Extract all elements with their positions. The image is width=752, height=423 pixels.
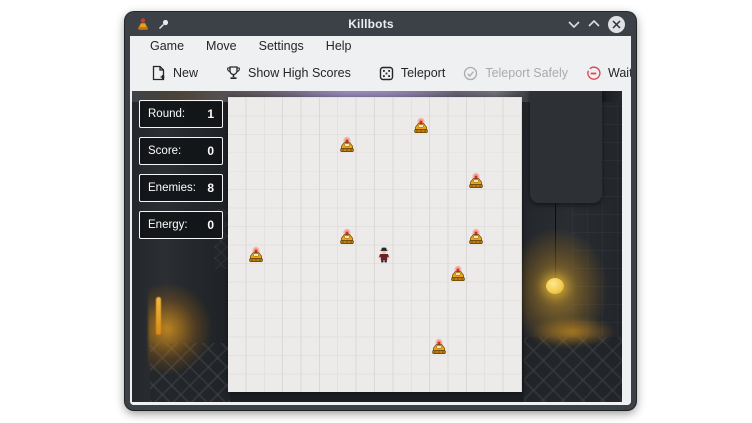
teleport-safely-button: Teleport Safely [454, 61, 577, 86]
enemies-stat: Enemies: 8 [139, 174, 223, 202]
maximize-button[interactable] [584, 15, 604, 33]
menubar: Game Move Settings Help [130, 36, 631, 57]
status-panel: Round: 1 Score: 0 Enemies: 8 Energy: 0 [139, 100, 223, 239]
minimize-button[interactable] [564, 15, 584, 33]
teleport-button[interactable]: Teleport [370, 61, 454, 86]
window-title: Killbots [178, 17, 564, 31]
titlebar[interactable]: Killbots [130, 12, 631, 36]
new-game-button[interactable]: New [142, 60, 207, 86]
show-high-scores-label: Show High Scores [248, 66, 351, 80]
score-value: 0 [207, 144, 214, 158]
new-game-label: New [173, 66, 198, 80]
enemies-label: Enemies: [148, 182, 196, 194]
round-value: 1 [207, 107, 214, 121]
energy-stat: Energy: 0 [139, 211, 223, 239]
menu-move[interactable]: Move [196, 37, 247, 55]
menu-help[interactable]: Help [316, 37, 362, 55]
killbots-window: Killbots Game Move Settings Help [125, 12, 636, 410]
enemies-value: 8 [207, 181, 214, 195]
robot-enemy [467, 172, 485, 190]
energy-label: Energy: [148, 219, 188, 231]
round-label: Round: [148, 108, 185, 120]
robot-enemy [247, 246, 265, 264]
menu-game[interactable]: Game [140, 37, 194, 55]
toolbar: New Show High Scores [130, 57, 631, 90]
teleport-label: Teleport [401, 66, 445, 80]
wait-out-round-label: Wait Out Round [608, 66, 631, 80]
energy-value: 0 [207, 218, 214, 232]
backdrop-ceiling-panel [530, 91, 602, 203]
game-viewport: Round: 1 Score: 0 Enemies: 8 Energy: 0 [130, 90, 631, 405]
pin-icon[interactable] [158, 18, 170, 30]
wait-out-round-button[interactable]: Wait Out Round [577, 61, 631, 86]
killbots-app-icon [136, 17, 150, 31]
game-board[interactable] [228, 97, 522, 392]
game-scene: Round: 1 Score: 0 Enemies: 8 Energy: 0 [132, 91, 622, 402]
menu-settings[interactable]: Settings [249, 37, 314, 55]
robot-enemy [338, 228, 356, 246]
player-hero [377, 247, 391, 263]
robot-enemy [338, 136, 356, 154]
teleport-safely-label: Teleport Safely [485, 66, 568, 80]
chevron-up-icon [588, 20, 600, 28]
robot-enemy [467, 228, 485, 246]
close-icon [612, 20, 621, 29]
trophy-icon [226, 65, 241, 81]
close-button[interactable] [608, 16, 625, 33]
wait-out-round-icon [586, 66, 601, 81]
robot-enemy [430, 338, 448, 356]
document-new-icon [151, 65, 166, 81]
hanging-lamp-icon [546, 278, 564, 294]
score-stat: Score: 0 [139, 137, 223, 165]
chevron-down-icon [568, 20, 580, 28]
backdrop-wall-light-core [156, 297, 161, 335]
robot-enemy [449, 265, 467, 283]
score-label: Score: [148, 145, 181, 157]
teleport-safely-icon [463, 66, 478, 81]
show-high-scores-button[interactable]: Show High Scores [217, 60, 360, 86]
robot-enemy [412, 117, 430, 135]
round-stat: Round: 1 [139, 100, 223, 128]
backdrop-floor-glow [530, 317, 616, 347]
teleport-icon [379, 66, 394, 81]
